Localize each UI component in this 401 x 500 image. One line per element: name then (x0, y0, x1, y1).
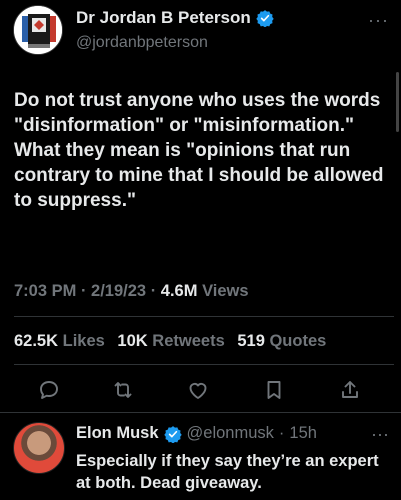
divider (0, 412, 401, 413)
action-bar (0, 374, 401, 408)
likes-count[interactable]: 62.5K (14, 332, 58, 350)
tweet-date[interactable]: 2/19/23 (91, 282, 146, 300)
retweet-icon (114, 382, 132, 398)
reply-author-name[interactable]: Elon Musk (76, 424, 159, 443)
avatar[interactable] (13, 5, 63, 55)
retweet-button[interactable] (111, 378, 137, 404)
tweet-meta: 7:03 PM · 2/19/23 · 4.6M Views (14, 282, 249, 301)
verified-badge-icon (256, 10, 274, 27)
reply-text: Especially if they say they’re an expert… (76, 452, 379, 492)
reply-separator: · (278, 424, 285, 442)
divider (14, 364, 394, 365)
quotes-label[interactable]: Quotes (269, 332, 326, 350)
bookmark-button[interactable] (262, 378, 288, 404)
reply-button[interactable] (37, 378, 63, 404)
retweets-count[interactable]: 10K (117, 332, 147, 350)
views-count: 4.6M (160, 282, 198, 300)
reply-avatar[interactable] (13, 422, 65, 474)
author-name[interactable]: Dr Jordan B Peterson (76, 8, 251, 28)
quotes-count[interactable]: 519 (237, 332, 265, 350)
views-label: Views (202, 282, 249, 300)
divider (14, 316, 394, 317)
share-icon (342, 381, 358, 398)
profile-emblem-icon (14, 6, 62, 54)
bookmark-icon (267, 381, 281, 399)
meta-separator: · (80, 282, 87, 300)
share-button[interactable] (338, 378, 364, 404)
author-handle[interactable]: @jordanbpeterson (76, 34, 208, 52)
more-options-button[interactable]: ··· (368, 10, 389, 31)
engagement-stats: 62.5K Likes 10K Retweets 519 Quotes (14, 332, 334, 351)
like-icon (189, 382, 207, 399)
tweet-header: Dr Jordan B Peterson @jordanbpeterson ··… (0, 0, 401, 132)
likes-label[interactable]: Likes (63, 332, 105, 350)
verified-badge-icon (163, 425, 182, 443)
tweet-text: Do not trust anyone who uses the words "… (14, 90, 384, 211)
reply-tweet[interactable]: Elon Musk @elonmusk · 15h ··· Especially… (0, 416, 401, 500)
author-name-row[interactable]: Dr Jordan B Peterson (76, 8, 274, 28)
retweets-label[interactable]: Retweets (152, 332, 224, 350)
like-button[interactable] (186, 378, 212, 404)
reply-age[interactable]: 15h (289, 424, 317, 443)
reply-more-options-button[interactable]: ··· (371, 424, 389, 445)
scrollbar[interactable] (396, 72, 399, 132)
meta-separator: · (150, 282, 157, 300)
tweet-time[interactable]: 7:03 PM (14, 282, 76, 300)
reply-author-handle[interactable]: @elonmusk (187, 424, 274, 443)
reply-header: Elon Musk @elonmusk · 15h (76, 424, 317, 443)
reply-icon (40, 381, 58, 399)
